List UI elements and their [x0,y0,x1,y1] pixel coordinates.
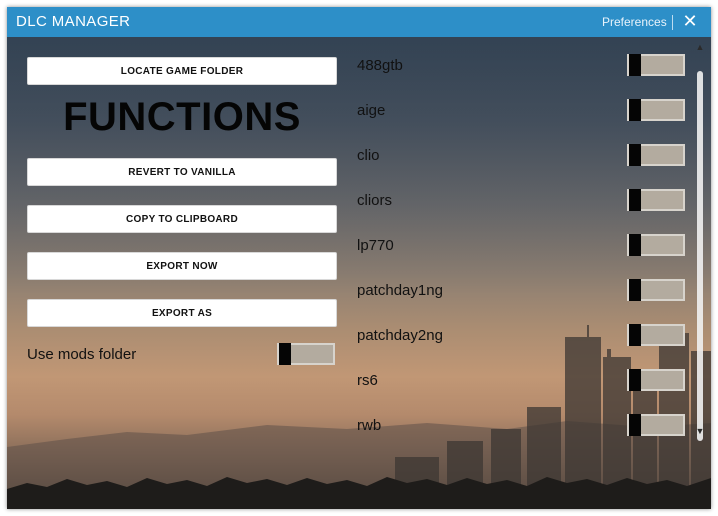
close-icon[interactable]: ✕ [682,11,698,31]
toggle-knob [629,99,641,121]
use-mods-folder-label: Use mods folder [27,346,137,363]
dlc-toggle-cliors[interactable] [627,189,685,211]
copy-to-clipboard-button[interactable]: COPY TO CLIPBOARD [27,205,337,233]
toggle-knob [629,324,641,346]
scroll-down-arrow-icon[interactable]: ▼ [695,427,705,436]
locate-game-folder-button[interactable]: LOCATE GAME FOLDER [27,57,337,85]
main-content: LOCATE GAME FOLDER FUNCTIONS REVERT TO V… [7,37,711,509]
dlc-label-clio: clio [357,147,380,164]
title-bar-divider [672,15,673,30]
export-now-button[interactable]: EXPORT NOW [27,252,337,280]
use-mods-folder-toggle[interactable] [277,343,335,365]
toggle-knob [629,234,641,256]
toggle-knob [629,369,641,391]
scroll-up-arrow-icon[interactable]: ▲ [695,43,705,52]
dlc-toggle-lp770[interactable] [627,234,685,256]
dlc-label-lp770: lp770 [357,237,394,254]
toggle-knob [629,54,641,76]
dlc-toggle-patchday2ng[interactable] [627,324,685,346]
toggle-knob [629,189,641,211]
dlc-label-rs6: rs6 [357,372,378,389]
toggle-knob [629,279,641,301]
scrollbar-thumb[interactable] [697,71,703,441]
revert-to-vanilla-button[interactable]: REVERT TO VANILLA [27,158,337,186]
dlc-toggle-rwb[interactable] [627,414,685,436]
dlc-label-cliors: cliors [357,192,393,209]
dlc-toggle-patchday1ng[interactable] [627,279,685,301]
dlc-label-488gtb: 488gtb [357,57,403,74]
dlc-label-aige: aige [357,102,386,119]
functions-heading: FUNCTIONS [63,95,301,139]
dlc-toggle-rs6[interactable] [627,369,685,391]
dlc-toggle-clio[interactable] [627,144,685,166]
dlc-manager-window: DLC MANAGER Preferences ✕ LOCATE GAME FO… [7,7,711,509]
toggle-knob [629,414,641,436]
dlc-toggle-aige[interactable] [627,99,685,121]
dlc-label-patchday2ng: patchday2ng [357,327,443,344]
toggle-knob [629,144,641,166]
window-title: DLC MANAGER [16,13,131,30]
dlc-label-patchday1ng: patchday1ng [357,282,443,299]
preferences-link[interactable]: Preferences [602,15,667,29]
dlc-toggle-488gtb[interactable] [627,54,685,76]
title-bar: DLC MANAGER Preferences ✕ [7,7,711,37]
dlc-list-scrollbar[interactable]: ▲ ▼ [693,41,707,441]
toggle-knob [279,343,291,365]
export-as-button[interactable]: EXPORT AS [27,299,337,327]
dlc-label-rwb: rwb [357,417,382,434]
